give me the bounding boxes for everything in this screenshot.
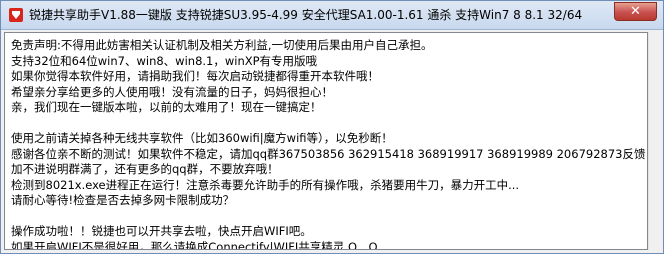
log-line: 感谢各位亲不断的测试！如果软件不稳定，请加qq群367503856 362915… [11,146,646,161]
log-line: 如果你觉得本软件好用，请捐助我们！每次启动锐捷都得重开本软件哦！ [11,69,379,83]
log-line: 如果开启WIFI不是很好用，那么请换成Connectify|WIFI共享精灵 O… [11,239,378,250]
log-line: 支持32位和64位win7、win8、win8.1，winXP有专用版哦 [11,53,318,68]
main-window: 锐捷共享助手V1.88一键版 支持锐捷SU3.95-4.99 安全代理SA1.0… [0,0,664,254]
log-textarea[interactable]: 免责声明:不得用此妨害相关认证机制及相关方利益,一切使用后果由用户自己承担。 支… [4,32,648,250]
log-line: 免责声明:不得用此妨害相关认证机制及相关方利益,一切使用后果由用户自己承担。 [11,38,433,52]
log-line: 希望亲分享给更多的人使用哦！没有流量的日子，妈妈很担心！ [11,84,333,99]
log-line: 加不进说明群满了，还有更多的qq群，不要放弃哦！ [11,162,279,176]
title-bar[interactable]: 锐捷共享助手V1.88一键版 支持锐捷SU3.95-4.99 安全代理SA1.0… [1,1,663,30]
vertical-scrollbar[interactable] [648,32,663,250]
log-content: 免责声明:不得用此妨害相关认证机制及相关方利益,一切使用后果由用户自己承担。 支… [11,38,646,250]
close-icon: ✕ [630,4,641,19]
log-line: 操作成功啦！！锐捷也可以开共享去啦，快点开启WIFI吧。 [11,224,312,238]
log-line: 亲，我们现在一键版本啦，以前的太难用了！现在一键搞定！ [11,100,322,114]
log-line: 使用之前请关掉各种无线共享软件（比如360wifi|魔方wifi等），以免秒断！ [11,131,393,145]
window-title: 锐捷共享助手V1.88一键版 支持锐捷SU3.95-4.99 安全代理SA1.0… [29,8,583,22]
close-button[interactable]: ✕ [614,2,657,21]
log-line: 检测到8021x.exe进程正在运行！注意杀毒要允许助手的所有操作哦，杀猪要用牛… [11,177,520,192]
app-logo-icon [9,8,23,22]
log-line: 请耐心等待!检查是否去掉多网卡限制成功？ [11,193,235,207]
